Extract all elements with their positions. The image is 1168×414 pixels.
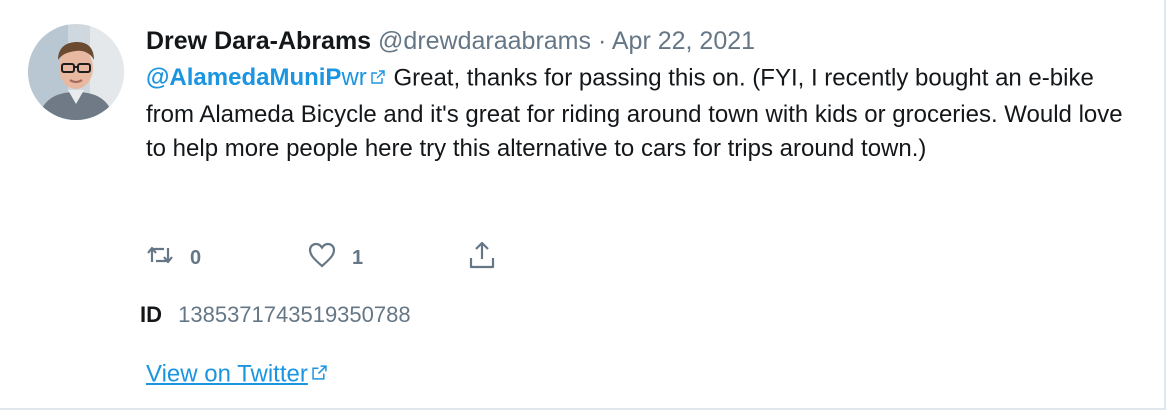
external-link-icon: [312, 358, 327, 388]
heart-icon: [308, 242, 336, 274]
tweet-body: @AlamedaMuniPwr Great, thanks for passin…: [146, 60, 1146, 166]
author-name[interactable]: Drew Dara-Abrams: [146, 27, 371, 55]
avatar[interactable]: [28, 24, 124, 120]
id-label: ID: [140, 302, 162, 327]
external-link-icon: [371, 60, 385, 94]
tweet-header: Drew Dara-Abrams @drewdaraabrams · Apr 2…: [146, 24, 755, 58]
retweet-count: 0: [190, 246, 202, 269]
tweet-card: Drew Dara-Abrams @drewdaraabrams · Apr 2…: [0, 0, 1166, 410]
id-value: 1385371743519350788: [178, 302, 411, 327]
like-button[interactable]: 1: [308, 240, 363, 276]
mention-handle-bold: @AlamedaMuniP: [146, 64, 342, 92]
retweet-icon: [146, 243, 174, 273]
share-button[interactable]: [468, 240, 496, 276]
view-on-twitter-link[interactable]: View on Twitter: [146, 360, 308, 387]
separator-dot: ·: [597, 27, 607, 55]
share-icon: [468, 240, 496, 276]
view-on-twitter: View on Twitter: [146, 358, 329, 392]
mention-handle-rest: wr: [341, 64, 367, 92]
author-handle[interactable]: @drewdaraabrams: [378, 27, 591, 55]
like-count: 1: [352, 246, 364, 269]
tweet-date[interactable]: Apr 22, 2021: [612, 27, 755, 55]
tweet-id-row: ID 1385371743519350788: [140, 300, 411, 330]
retweet-button[interactable]: 0: [146, 240, 201, 276]
mention-link[interactable]: @AlamedaMuniPwr: [146, 64, 387, 91]
